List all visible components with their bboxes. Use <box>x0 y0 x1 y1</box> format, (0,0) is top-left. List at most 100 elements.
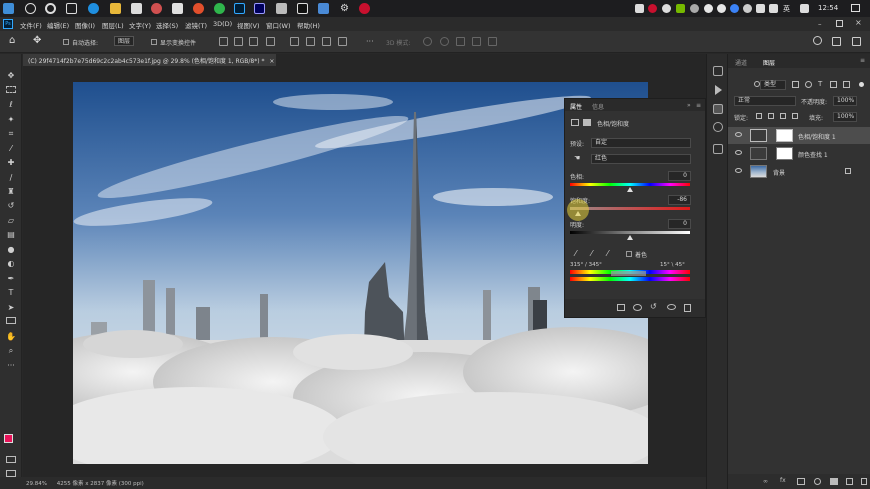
delete-layer-icon[interactable] <box>861 478 867 485</box>
pen-tool-icon[interactable]: ✒ <box>6 274 16 283</box>
transform-controls-checkbox[interactable] <box>151 39 157 45</box>
tray-icon[interactable] <box>662 4 671 13</box>
lightness-input[interactable]: 0 <box>668 219 691 229</box>
type-tool-icon[interactable]: T <box>6 288 16 297</box>
panel-menu-icon[interactable]: ≡ <box>860 57 865 64</box>
color-range-selector[interactable] <box>611 271 646 276</box>
eyedropper-icon[interactable]: ⁄ <box>575 249 576 258</box>
document-tab[interactable]: (C) 29f4714f2b7e75d69c2c2ab4c573e1f.jpg … <box>23 54 276 66</box>
menu-edit[interactable]: 编辑(E) <box>47 20 69 30</box>
cloud-icon[interactable] <box>704 4 713 13</box>
premiere-icon[interactable] <box>254 3 265 14</box>
language-indicator[interactable]: 英 <box>783 4 790 14</box>
lock-position-icon[interactable] <box>780 113 786 119</box>
share-icon[interactable] <box>852 37 861 46</box>
wechat-icon[interactable] <box>214 3 225 14</box>
notification-icon[interactable] <box>851 4 860 12</box>
visibility-eye-icon[interactable] <box>735 168 742 173</box>
brush-tool-icon[interactable]: ∕ <box>6 173 16 182</box>
mask-icon[interactable] <box>583 119 591 126</box>
explorer-icon[interactable] <box>110 3 121 14</box>
layer-name[interactable]: 颜色查找 1 <box>798 150 828 159</box>
properties-icon[interactable] <box>713 144 723 154</box>
menu-help[interactable]: 帮助(H) <box>297 20 320 30</box>
hue-slider[interactable] <box>570 183 690 186</box>
maximize-button[interactable] <box>836 20 843 27</box>
adjustments-icon[interactable] <box>713 104 723 114</box>
layer-mask-thumbnail[interactable] <box>776 147 793 160</box>
link-layers-icon[interactable]: ∞ <box>763 478 768 485</box>
new-layer-icon[interactable] <box>846 478 853 485</box>
history-icon[interactable] <box>713 66 723 76</box>
eyedropper-tool-icon[interactable]: ⁄ <box>6 144 16 153</box>
zoom-level[interactable]: 29.84% <box>26 481 47 487</box>
marquee-tool-icon[interactable] <box>6 86 16 93</box>
colorize-checkbox[interactable] <box>626 251 632 257</box>
layer-style-icon[interactable]: fx <box>780 477 786 484</box>
volume-icon[interactable] <box>769 4 778 13</box>
menu-image[interactable]: 图像(I) <box>75 20 95 30</box>
zoom-tool-icon[interactable]: ⌕ <box>6 346 16 355</box>
gear-icon[interactable]: ⚙ <box>339 3 350 14</box>
layer-thumbnail[interactable] <box>750 165 767 178</box>
tray-icon[interactable] <box>635 4 644 13</box>
document-image[interactable] <box>73 82 648 464</box>
fill-input[interactable]: 100% <box>833 112 857 122</box>
layer-name[interactable]: 色相/饱和度 1 <box>798 132 836 141</box>
menu-type[interactable]: 文字(Y) <box>129 20 151 30</box>
crop-tool-icon[interactable]: ⌗ <box>6 129 16 138</box>
add-mask-icon[interactable] <box>797 478 805 485</box>
photoshop-icon[interactable] <box>234 3 245 14</box>
minimize-button[interactable]: – <box>818 20 822 28</box>
saturation-input[interactable]: -86 <box>668 195 691 205</box>
workspace-icon[interactable] <box>832 37 841 46</box>
3d-scale-icon[interactable] <box>488 37 497 46</box>
shape-filter-icon[interactable] <box>830 81 837 88</box>
app-icon[interactable] <box>172 3 183 14</box>
cloud-icon[interactable] <box>717 4 726 13</box>
align-right-icon[interactable] <box>249 37 258 46</box>
type-filter-icon[interactable]: T <box>818 80 822 88</box>
lock-pixels-icon[interactable] <box>768 113 774 119</box>
auto-select-checkbox[interactable] <box>63 39 69 45</box>
more-tools-icon[interactable]: ··· <box>6 361 16 370</box>
pixel-filter-icon[interactable] <box>792 81 799 88</box>
adjustment-filter-icon[interactable] <box>805 81 812 88</box>
close-document-icon[interactable]: × <box>269 58 274 65</box>
close-window-button[interactable]: × <box>855 18 862 27</box>
hand-tool-icon[interactable]: ✋ <box>6 332 16 341</box>
app-icon[interactable] <box>193 3 204 14</box>
task-view-icon[interactable] <box>66 3 77 14</box>
reset-icon[interactable]: ↺ <box>650 302 657 311</box>
tab-info[interactable]: 信息 <box>592 102 604 111</box>
lock-transparent-icon[interactable] <box>756 113 762 119</box>
menu-view[interactable]: 视图(V) <box>237 20 260 30</box>
info-icon[interactable] <box>713 122 723 132</box>
foreground-color-swatch[interactable] <box>4 434 13 443</box>
healing-brush-tool-icon[interactable]: ✚ <box>6 158 16 167</box>
clock[interactable]: 12:54 <box>818 4 838 12</box>
eyedropper-minus-icon[interactable]: ⁄ <box>607 249 608 258</box>
3d-rotate-icon[interactable] <box>423 37 432 46</box>
lightness-slider[interactable] <box>570 231 690 234</box>
tab-properties[interactable]: 属性 <box>570 102 582 111</box>
visibility-eye-icon[interactable] <box>735 150 742 155</box>
nvidia-icon[interactable] <box>676 4 685 13</box>
panel-collapse-icon[interactable]: » <box>687 102 691 109</box>
magic-wand-tool-icon[interactable]: ✦ <box>6 115 16 124</box>
lightness-slider-thumb[interactable] <box>627 235 633 240</box>
ime-icon[interactable] <box>800 4 809 13</box>
filter-toggle[interactable] <box>859 82 864 87</box>
cortana-icon[interactable] <box>45 3 56 14</box>
bluetooth-icon[interactable] <box>730 4 739 13</box>
targeted-adjustment-hand-icon[interactable]: ☚ <box>574 154 580 162</box>
more-options-icon[interactable]: ··· <box>366 37 374 46</box>
actions-play-icon[interactable] <box>715 85 722 95</box>
eraser-tool-icon[interactable]: ▱ <box>6 216 16 225</box>
search-icon[interactable] <box>813 36 822 45</box>
new-adjustment-layer-icon[interactable] <box>814 478 821 485</box>
edge-icon[interactable] <box>88 3 99 14</box>
app-icon[interactable] <box>318 3 329 14</box>
lasso-tool-icon[interactable]: ℓ <box>6 100 16 109</box>
distribute-icon[interactable] <box>322 37 331 46</box>
